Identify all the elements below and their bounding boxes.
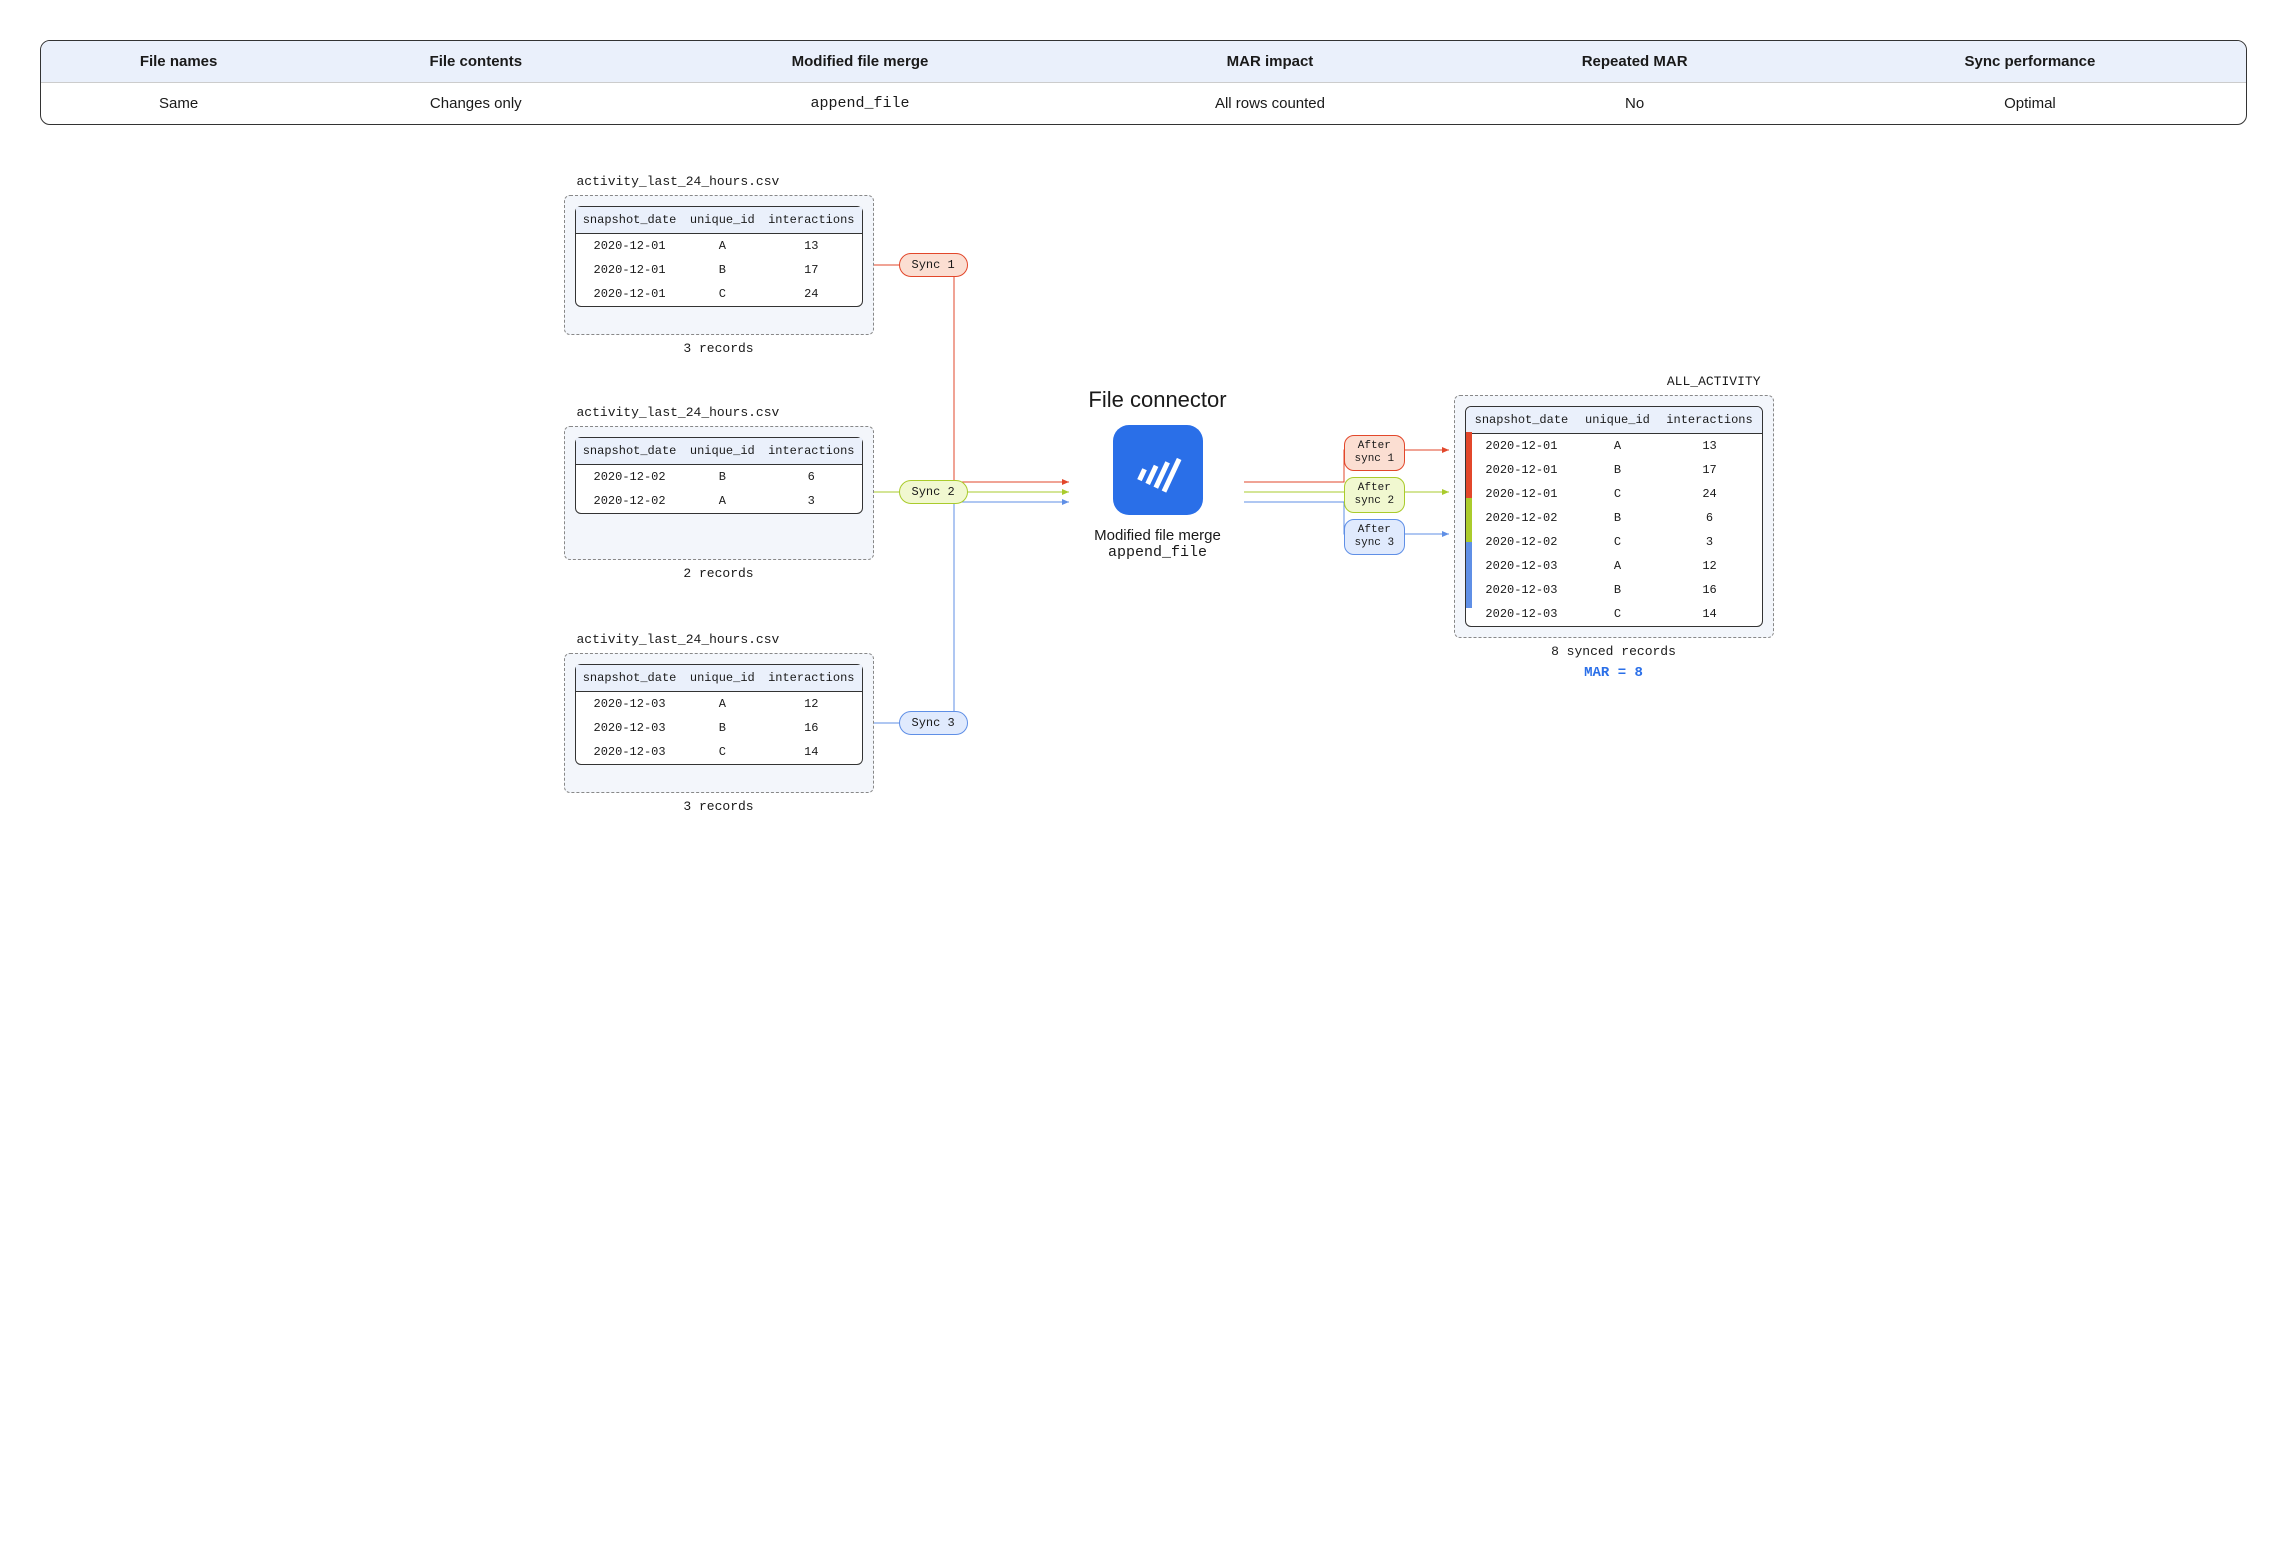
col-header: interactions: [761, 438, 861, 465]
record-count: 2 records: [565, 566, 873, 581]
sync-pill-1: Sync 1: [899, 253, 968, 277]
cell: A: [684, 489, 761, 513]
source-file-1: activity_last_24_hours.csv snapshot_date…: [564, 195, 874, 335]
summary-header: Modified file merge: [635, 41, 1084, 83]
cell: 13: [1658, 434, 1762, 459]
col-header: snapshot_date: [576, 207, 684, 234]
cell: 2020-12-03: [576, 716, 684, 740]
cell: A: [1577, 434, 1657, 459]
file-label: activity_last_24_hours.csv: [577, 405, 780, 420]
cell: 14: [1658, 602, 1762, 626]
cell: C: [684, 740, 761, 764]
cell: 2020-12-01: [1466, 458, 1578, 482]
cell: 12: [761, 692, 861, 717]
cell: 2020-12-01: [1466, 482, 1578, 506]
cell: 2020-12-03: [576, 740, 684, 764]
cell: 3: [1658, 530, 1762, 554]
col-header: interactions: [761, 207, 861, 234]
output-label: ALL_ACTIVITY: [1667, 374, 1761, 389]
mar-count: MAR = 8: [1455, 665, 1773, 681]
after-sync-pill-1: After sync 1: [1344, 435, 1406, 471]
cell: C: [1577, 602, 1657, 626]
diagram-area: activity_last_24_hours.csv snapshot_date…: [504, 165, 1784, 925]
source-file-2: activity_last_24_hours.csv snapshot_date…: [564, 426, 874, 560]
col-header: snapshot_date: [576, 665, 684, 692]
file-label: activity_last_24_hours.csv: [577, 174, 780, 189]
col-header: snapshot_date: [1466, 407, 1578, 434]
cell: B: [1577, 578, 1657, 602]
cell: 3: [761, 489, 861, 513]
cell: 2020-12-01: [576, 234, 684, 259]
summary-header: File names: [41, 41, 316, 83]
cell: 13: [761, 234, 861, 259]
summary-header: File contents: [316, 41, 635, 83]
cell: 2020-12-01: [1466, 434, 1578, 459]
record-count: 3 records: [565, 341, 873, 356]
output-table: ALL_ACTIVITY snapshot_date unique_id int…: [1454, 395, 1774, 638]
summary-header: MAR impact: [1085, 41, 1456, 83]
cell: 2020-12-03: [576, 692, 684, 717]
sync-pill-3: Sync 3: [899, 711, 968, 735]
cell: 2020-12-02: [576, 465, 684, 490]
summary-header: Repeated MAR: [1455, 41, 1813, 83]
cell: 24: [761, 282, 861, 306]
source-file-3: activity_last_24_hours.csv snapshot_date…: [564, 653, 874, 793]
cell: 16: [1658, 578, 1762, 602]
cell: C: [684, 282, 761, 306]
summary-cell: Changes only: [316, 83, 635, 125]
cell: 2020-12-02: [576, 489, 684, 513]
cell: 2020-12-03: [1466, 554, 1578, 578]
cell: B: [684, 258, 761, 282]
cell: A: [684, 234, 761, 259]
cell: B: [684, 716, 761, 740]
cell: 24: [1658, 482, 1762, 506]
connector-subtitle-2: append_file: [1068, 544, 1248, 561]
summary-table: File names File contents Modified file m…: [40, 40, 2247, 125]
connector-icon: [1113, 425, 1203, 515]
file-connector: File connector Modified file merge appen…: [1068, 387, 1248, 561]
cell: 2020-12-03: [1466, 578, 1578, 602]
connector-subtitle-1: Modified file merge: [1068, 527, 1248, 544]
synced-records-count: 8 synced records: [1455, 644, 1773, 659]
col-header: snapshot_date: [576, 438, 684, 465]
cell: A: [1577, 554, 1657, 578]
cell: C: [1577, 482, 1657, 506]
cell: 2020-12-01: [576, 258, 684, 282]
after-sync-pill-3: After sync 3: [1344, 519, 1406, 555]
summary-cell: append_file: [635, 83, 1084, 125]
col-header: unique_id: [684, 438, 761, 465]
col-header: unique_id: [1577, 407, 1657, 434]
cell: B: [1577, 458, 1657, 482]
cell: B: [684, 465, 761, 490]
cell: 14: [761, 740, 861, 764]
col-header: interactions: [1658, 407, 1762, 434]
cell: A: [684, 692, 761, 717]
after-sync-pill-2: After sync 2: [1344, 477, 1406, 513]
file-label: activity_last_24_hours.csv: [577, 632, 780, 647]
record-count: 3 records: [565, 799, 873, 814]
summary-header: Sync performance: [1814, 41, 2246, 83]
cell: 6: [1658, 506, 1762, 530]
cell: 2020-12-02: [1466, 506, 1578, 530]
col-header: interactions: [761, 665, 861, 692]
cell: 2020-12-02: [1466, 530, 1578, 554]
cell: 16: [761, 716, 861, 740]
cell: 17: [1658, 458, 1762, 482]
connector-title: File connector: [1068, 387, 1248, 413]
summary-cell: Same: [41, 83, 316, 125]
summary-cell: All rows counted: [1085, 83, 1456, 125]
cell: 12: [1658, 554, 1762, 578]
cell: 6: [761, 465, 861, 490]
col-header: unique_id: [684, 207, 761, 234]
summary-cell: No: [1455, 83, 1813, 125]
cell: B: [1577, 506, 1657, 530]
sync-pill-2: Sync 2: [899, 480, 968, 504]
col-header: unique_id: [684, 665, 761, 692]
cell: C: [1577, 530, 1657, 554]
cell: 2020-12-03: [1466, 602, 1578, 626]
cell: 2020-12-01: [576, 282, 684, 306]
cell: 17: [761, 258, 861, 282]
summary-cell: Optimal: [1814, 83, 2246, 125]
